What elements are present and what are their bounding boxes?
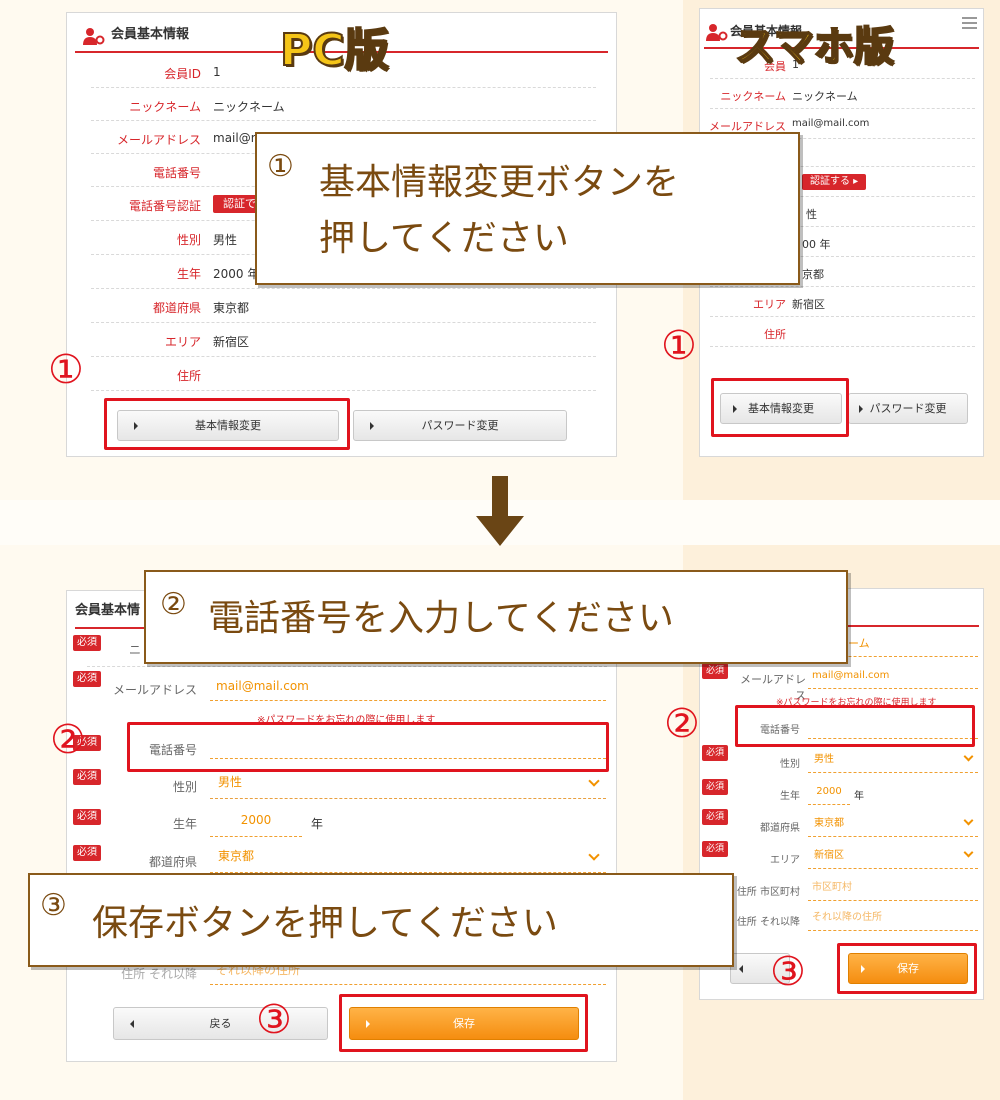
area-select[interactable]: 新宿区 xyxy=(808,845,978,869)
arrow-left-icon xyxy=(130,1019,134,1028)
arrow-right-icon xyxy=(370,421,374,430)
highlight-phone-pc xyxy=(127,722,609,772)
arrow-left-icon xyxy=(739,964,743,973)
marker-3-sp: ③ xyxy=(770,949,806,995)
auth-button[interactable]: 認証する ▸ xyxy=(802,174,867,190)
row-nickname: ニックネーム ニックネーム xyxy=(710,79,975,109)
arrow-right-icon xyxy=(859,404,863,413)
email-input[interactable]: mail@mail.com xyxy=(808,665,978,689)
row-address: 住所 xyxy=(710,317,975,347)
marker-2-sp: ② xyxy=(664,701,700,747)
marker-1-pc: ① xyxy=(48,347,84,393)
down-arrow-icon xyxy=(476,476,524,546)
row-address: 住所 xyxy=(91,357,596,391)
callout-step-1: ① 基本情報変更ボタンを 押してください xyxy=(255,132,800,285)
row-area: エリア 新宿区 xyxy=(91,323,596,357)
row-prefecture: 都道府県 東京都 xyxy=(91,289,596,323)
row-nickname: ニックネーム ニックネーム xyxy=(91,88,596,121)
highlight-basic-info-sp xyxy=(711,378,849,437)
user-settings-icon xyxy=(83,28,105,45)
email-input[interactable]: mail@mail.com xyxy=(210,675,606,701)
marker-2-pc: ② xyxy=(50,717,86,763)
marker-3-pc: ③ xyxy=(256,997,292,1043)
sp-version-title: スマホ版 xyxy=(734,23,895,71)
callout-step-2: ② 電話番号を入力してください xyxy=(144,570,848,664)
callout-step-3: ③ 保存ボタンを押してください xyxy=(28,873,734,967)
password-change-button[interactable]: パスワード変更 xyxy=(353,410,567,441)
chevron-down-icon xyxy=(588,849,600,861)
address-detail-input[interactable]: それ以降の住所 xyxy=(808,907,978,931)
menu-icon[interactable] xyxy=(962,17,977,19)
chevron-down-icon xyxy=(963,847,974,858)
gender-select[interactable]: 男性 xyxy=(210,771,606,799)
prefecture-select[interactable]: 東京都 xyxy=(210,845,606,873)
row-area: エリア 新宿区 xyxy=(710,287,975,317)
marker-1-sp: ① xyxy=(661,323,697,369)
highlight-save-sp xyxy=(837,943,977,994)
pc-version-title: PC版 xyxy=(279,24,390,77)
chevron-down-icon xyxy=(963,815,974,826)
chevron-down-icon xyxy=(963,751,974,762)
user-settings-icon xyxy=(706,24,728,41)
gender-select[interactable]: 男性 xyxy=(808,749,978,773)
highlight-phone-sp xyxy=(735,705,975,747)
birth-year-input[interactable]: 2000 xyxy=(210,809,302,837)
chevron-down-icon xyxy=(588,775,600,787)
password-change-button[interactable]: パスワード変更 xyxy=(848,393,968,424)
prefecture-select[interactable]: 東京都 xyxy=(808,813,978,837)
address-city-input[interactable]: 市区町村 xyxy=(808,877,978,901)
birth-year-input[interactable]: 2000 xyxy=(808,781,850,805)
highlight-save-pc xyxy=(339,994,588,1052)
highlight-basic-info-pc xyxy=(104,398,350,450)
back-button[interactable]: 戻る xyxy=(113,1007,328,1040)
